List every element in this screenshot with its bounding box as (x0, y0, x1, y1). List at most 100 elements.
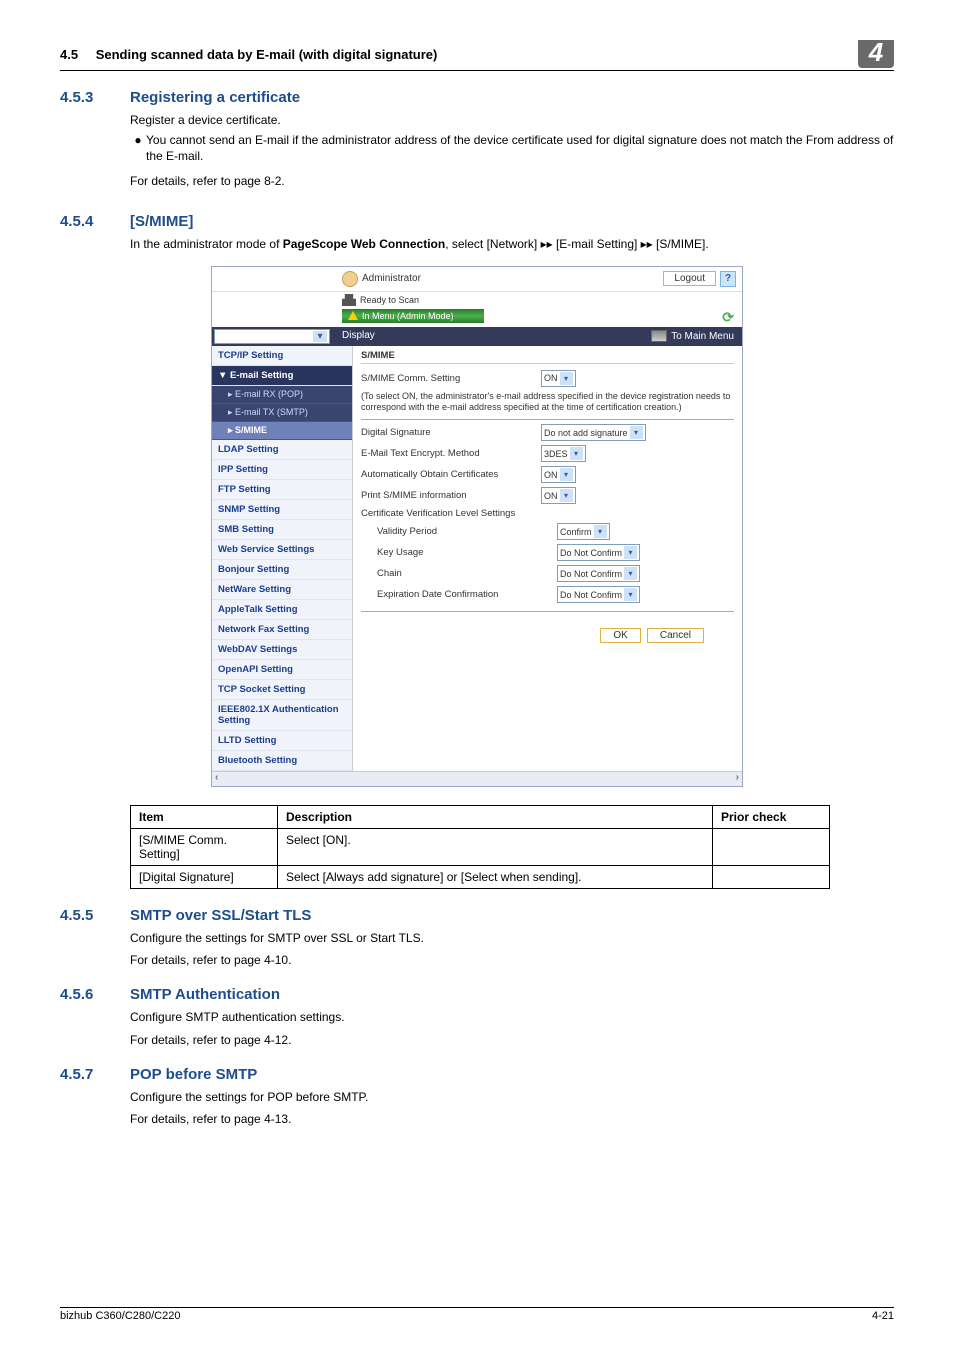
table-row: [S/MIME Comm. Setting] Select [ON]. (131, 828, 830, 865)
digital-signature-select[interactable]: Do not add signature▾ (541, 424, 646, 441)
body-text: For details, refer to page 4-10. (130, 952, 894, 968)
admin-mode-label: In Menu (Admin Mode) (362, 311, 454, 321)
sidebar-item-ftp[interactable]: FTP Setting (212, 480, 352, 500)
field-label: Key Usage (361, 547, 557, 558)
sidebar-item-bluetooth[interactable]: Bluetooth Setting (212, 751, 352, 771)
section-title: SMTP over SSL/Start TLS (130, 907, 311, 924)
footer-page: 4-21 (872, 1310, 894, 1322)
section-dropdown[interactable]: Network ▾ (214, 329, 330, 344)
settings-table: Item Description Prior check [S/MIME Com… (130, 805, 830, 889)
status-area: Ready to Scan (212, 292, 742, 308)
table-row: [Digital Signature] Select [Always add s… (131, 865, 830, 888)
section-4-5-3-heading: 4.5.3 Registering a certificate (60, 89, 894, 106)
td-desc: Select [ON]. (278, 828, 713, 865)
printer-icon (342, 294, 356, 306)
header-title: 4.5 Sending scanned data by E-mail (with… (60, 47, 858, 62)
settings-panel: S/MIME S/MIME Comm. Setting ON▾ (To sele… (353, 346, 742, 771)
sidebar-item-lltd[interactable]: LLTD Setting (212, 731, 352, 751)
section-num: 4.5.7 (60, 1066, 130, 1083)
th-item: Item (131, 805, 278, 828)
menu-icon (651, 330, 667, 342)
section-title: POP before SMTP (130, 1066, 257, 1083)
th-desc: Description (278, 805, 713, 828)
keyusage-select[interactable]: Do Not Confirm▾ (557, 544, 640, 561)
field-label: E-Mail Text Encrypt. Method (361, 448, 541, 459)
sidebar-sub-rx[interactable]: ▸ E-mail RX (POP) (212, 386, 352, 404)
section-title: SMTP Authentication (130, 986, 280, 1003)
field-label: Digital Signature (361, 427, 541, 438)
body-text: Configure the settings for POP before SM… (130, 1089, 894, 1105)
cancel-button[interactable]: Cancel (647, 628, 704, 643)
sidebar-item-bonjour[interactable]: Bonjour Setting (212, 560, 352, 580)
print-smime-select[interactable]: ON▾ (541, 487, 576, 504)
refresh-icon[interactable]: ⟳ (722, 309, 734, 326)
sidebar-item-ieee[interactable]: IEEE802.1X Authentication Setting (212, 700, 352, 731)
logout-button[interactable]: Logout (663, 271, 716, 286)
warning-icon (348, 311, 358, 320)
sidebar-sub-tx[interactable]: ▸ E-mail TX (SMTP) (212, 404, 352, 422)
horizontal-scrollbar[interactable] (212, 771, 742, 786)
help-icon[interactable]: ? (720, 271, 736, 287)
to-main-menu-button[interactable]: To Main Menu (643, 327, 742, 346)
header-section-num: 4.5 (60, 47, 78, 62)
encrypt-method-select[interactable]: 3DES▾ (541, 445, 586, 462)
ok-button[interactable]: OK (600, 628, 640, 643)
sidebar-sub-smime[interactable]: ▸ S/MIME (212, 422, 352, 440)
body-text: Configure SMTP authentication settings. (130, 1009, 894, 1025)
auto-cert-select[interactable]: ON▾ (541, 466, 576, 483)
body-text: In the administrator mode of PageScope W… (130, 236, 894, 252)
bullet-dot: ● (130, 132, 146, 164)
td-prior (713, 865, 830, 888)
sidebar-item-smb[interactable]: SMB Setting (212, 520, 352, 540)
sidebar-item-appletalk[interactable]: AppleTalk Setting (212, 600, 352, 620)
settings-sidebar: TCP/IP Setting ▼ E-mail Setting ▸ E-mail… (212, 346, 353, 771)
section-num: 4.5.3 (60, 89, 130, 106)
footer-model: bizhub C360/C280/C220 (60, 1310, 180, 1322)
bullet-text: You cannot send an E-mail if the adminis… (146, 132, 894, 164)
page-header: 4.5 Sending scanned data by E-mail (with… (60, 40, 894, 71)
sidebar-item-openapi[interactable]: OpenAPI Setting (212, 660, 352, 680)
to-main-label: To Main Menu (671, 331, 734, 342)
sidebar-item-webservice[interactable]: Web Service Settings (212, 540, 352, 560)
section-num: 4.5.5 (60, 907, 130, 924)
section-title: Registering a certificate (130, 89, 300, 106)
field-label: Chain (361, 568, 557, 579)
sidebar-item-tcpip[interactable]: TCP/IP Setting (212, 346, 352, 366)
sidebar-item-tcpsock[interactable]: TCP Socket Setting (212, 680, 352, 700)
chapter-badge: 4 (858, 40, 894, 68)
tab-bar: Network ▾ Display To Main Menu (212, 327, 742, 346)
th-prior: Prior check (713, 805, 830, 828)
section-4-5-7-heading: 4.5.7 POP before SMTP (60, 1066, 894, 1083)
field-label: Print S/MIME information (361, 490, 541, 501)
chain-select[interactable]: Do Not Confirm▾ (557, 565, 640, 582)
body-text: Configure the settings for SMTP over SSL… (130, 930, 894, 946)
top-bar: Administrator Logout ? (212, 267, 742, 292)
sidebar-item-ipp[interactable]: IPP Setting (212, 460, 352, 480)
admin-label: Administrator (362, 273, 421, 284)
section-4-5-6-heading: 4.5.6 SMTP Authentication (60, 986, 894, 1003)
field-label: S/MIME Comm. Setting (361, 373, 541, 384)
expiration-select[interactable]: Do Not Confirm▾ (557, 586, 640, 603)
chevron-down-icon: ▾ (570, 447, 583, 460)
section-num: 4.5.6 (60, 986, 130, 1003)
section-4-5-4-heading: 4.5.4 [S/MIME] (60, 213, 894, 230)
display-tab[interactable]: Display (332, 327, 385, 346)
sidebar-item-webdav[interactable]: WebDAV Settings (212, 640, 352, 660)
body-text: For details, refer to page 4-13. (130, 1111, 894, 1127)
sidebar-item-netfax[interactable]: Network Fax Setting (212, 620, 352, 640)
body-text: For details, refer to page 8-2. (130, 173, 894, 189)
chevron-down-icon: ▾ (560, 468, 573, 481)
sidebar-item-snmp[interactable]: SNMP Setting (212, 500, 352, 520)
validity-select[interactable]: Confirm▾ (557, 523, 610, 540)
field-label: Expiration Date Confirmation (361, 589, 557, 600)
status-ready: Ready to Scan (360, 295, 419, 305)
dropdown-value: Network (217, 331, 254, 342)
chevron-down-icon: ▾ (624, 588, 637, 601)
sidebar-item-email[interactable]: ▼ E-mail Setting (212, 366, 352, 386)
panel-title: S/MIME (361, 350, 734, 364)
td-item: [S/MIME Comm. Setting] (131, 828, 278, 865)
smime-comm-select[interactable]: ON▾ (541, 370, 576, 387)
sidebar-item-netware[interactable]: NetWare Setting (212, 580, 352, 600)
chevron-down-icon: ▾ (560, 372, 573, 385)
sidebar-item-ldap[interactable]: LDAP Setting (212, 440, 352, 460)
